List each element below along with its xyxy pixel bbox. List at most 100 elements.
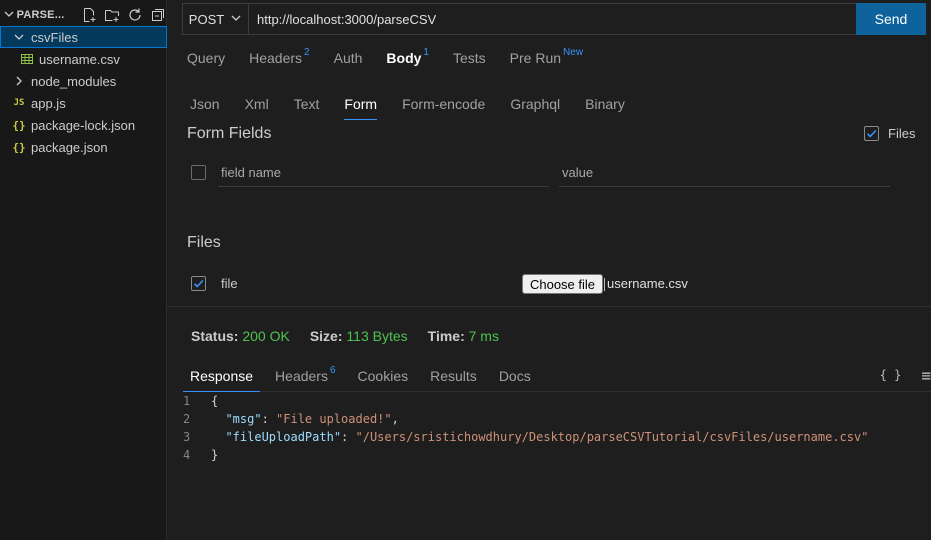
status-info: Status: 200 OK (191, 328, 290, 344)
panel-divider (167, 306, 931, 307)
tab-docs[interactable]: Docs (492, 368, 538, 392)
tab-tests[interactable]: Tests (453, 50, 486, 72)
tree-item-label: app.js (31, 95, 66, 111)
line-number: 2 (183, 412, 191, 426)
chevron-down-icon (11, 31, 27, 43)
collapse-all-icon[interactable] (150, 7, 166, 23)
tab-label: Tests (452, 50, 486, 66)
javascript-file-icon: JS (13, 98, 25, 108)
tree-item-username-csv[interactable]: username.csv (0, 48, 167, 70)
tab-xml[interactable]: Xml (245, 96, 269, 120)
tab-label: Response (190, 368, 254, 384)
tab-response[interactable]: Response (183, 368, 261, 392)
code-line: 2 "msg": "File uploaded!", (183, 412, 399, 426)
file-enable-checkbox[interactable] (191, 276, 206, 291)
files-toggle-label: Files (888, 126, 916, 141)
code-line: 3 "fileUploadPath": "/Users/sristichowdh… (183, 430, 869, 444)
tab-badge: 2 (304, 47, 310, 58)
tab-json[interactable]: Json (190, 96, 220, 120)
tab-label: Pre Run (509, 50, 562, 66)
tab-form-encode[interactable]: Form-encode (402, 96, 485, 120)
files-checkbox[interactable] (864, 126, 879, 141)
json-brace: } (211, 448, 219, 462)
json-value: "File uploaded!" (276, 412, 392, 426)
tab-pre-run[interactable]: Pre Run New (509, 47, 584, 72)
tree-item-label: username.csv (39, 51, 120, 67)
send-button[interactable]: Send (856, 3, 926, 35)
line-number: 4 (183, 448, 191, 462)
tab-response-headers[interactable]: Headers 6 (268, 365, 342, 392)
chevron-right-icon (11, 75, 27, 87)
file-field-name[interactable]: file (221, 276, 238, 291)
files-toggle[interactable]: Files (864, 126, 915, 141)
json-key: "msg" (225, 412, 262, 426)
body-type-tabs: Json Xml Text Form Form-encode Graphql B… (190, 96, 650, 120)
format-json-icon[interactable]: { } (880, 368, 902, 385)
tab-label: Query (187, 50, 226, 66)
tree-item-node-modules[interactable]: node_modules (0, 70, 167, 92)
checkmark-icon (193, 279, 204, 288)
size-info: Size: 113 Bytes (309, 328, 408, 344)
url-input[interactable]: http://localhost:3000/parseCSV (249, 12, 925, 27)
tab-label: Cookies (357, 368, 409, 384)
tab-text[interactable]: Text (294, 96, 320, 120)
tree-item-package-json[interactable]: {} package.json (0, 136, 167, 158)
tree-item-app-js[interactable]: JS app.js (0, 92, 167, 114)
tree-item-label: node_modules (31, 73, 117, 89)
chevron-down-icon[interactable] (3, 8, 17, 23)
tab-label: Body (386, 50, 422, 66)
checkmark-icon (866, 129, 877, 138)
request-tabs: Query Headers 2 Auth Body 1 Tests Pre Run N… (187, 47, 607, 72)
tab-label: Docs (498, 368, 531, 384)
tab-query[interactable]: Query (187, 50, 225, 72)
tab-results[interactable]: Results (423, 368, 484, 392)
file-field-row: file Choose file username.csv (191, 274, 891, 296)
field-value-input[interactable]: value (559, 162, 890, 187)
method-value: POST (188, 11, 225, 27)
form-field-row: field name value (191, 162, 891, 188)
chosen-file-name: username.csv (604, 276, 688, 291)
response-status-bar: Status: 200 OK Size: 113 Bytes Time: 7 m… (191, 328, 499, 344)
tab-auth[interactable]: Auth (334, 50, 363, 72)
tree-item-csvfiles[interactable]: csvFiles (0, 26, 167, 48)
tab-label: Results (430, 368, 477, 384)
line-number: 3 (183, 430, 191, 444)
tab-headers[interactable]: Headers 2 (249, 47, 310, 72)
tab-label: Headers (249, 50, 303, 66)
new-folder-icon[interactable] (104, 7, 120, 23)
code-line: 1 { (183, 392, 868, 410)
tree-item-label: package.json (31, 139, 108, 155)
tab-label: Auth (333, 50, 363, 66)
workspace-title[interactable]: PARSE... (17, 9, 77, 21)
status-value: 200 OK (242, 328, 290, 344)
json-file-icon: {} (12, 140, 26, 154)
tab-form[interactable]: Form (344, 96, 378, 120)
tab-body[interactable]: Body 1 (386, 47, 429, 72)
json-brace: { (211, 394, 219, 408)
tab-badge: 6 (329, 365, 336, 376)
tab-binary[interactable]: Binary (585, 96, 625, 120)
json-key: "fileUploadPath" (225, 430, 342, 444)
tab-label: Headers (275, 368, 328, 384)
field-enable-checkbox[interactable] (191, 165, 206, 180)
refresh-icon[interactable] (127, 7, 143, 23)
line-number: 1 (183, 394, 191, 408)
menu-icon[interactable]: ≡ (921, 366, 931, 385)
response-body: 1 { 2 "msg": "File uploaded!", 3 "fileUp… (183, 392, 868, 464)
new-file-icon[interactable] (81, 7, 97, 23)
files-section-title: Files (187, 234, 221, 251)
tree-item-package-lock-json[interactable]: {} package-lock.json (0, 114, 167, 136)
choose-file-button[interactable]: Choose file (522, 274, 603, 294)
tree-item-label: csvFiles (31, 29, 78, 45)
json-file-icon: {} (12, 118, 26, 132)
time-info: Time: 7 ms (427, 328, 499, 344)
code-line: 4 } (183, 446, 868, 464)
field-name-input[interactable]: field name (218, 162, 549, 187)
new-badge: New (563, 47, 584, 58)
method-select[interactable]: POST (183, 4, 249, 34)
time-value: 7 ms (468, 328, 499, 344)
tab-graphql[interactable]: Graphql (510, 96, 560, 120)
tab-cookies[interactable]: Cookies (351, 368, 416, 392)
url-bar: POST http://localhost:3000/parseCSV (182, 3, 926, 35)
tab-badge: 1 (423, 47, 429, 58)
